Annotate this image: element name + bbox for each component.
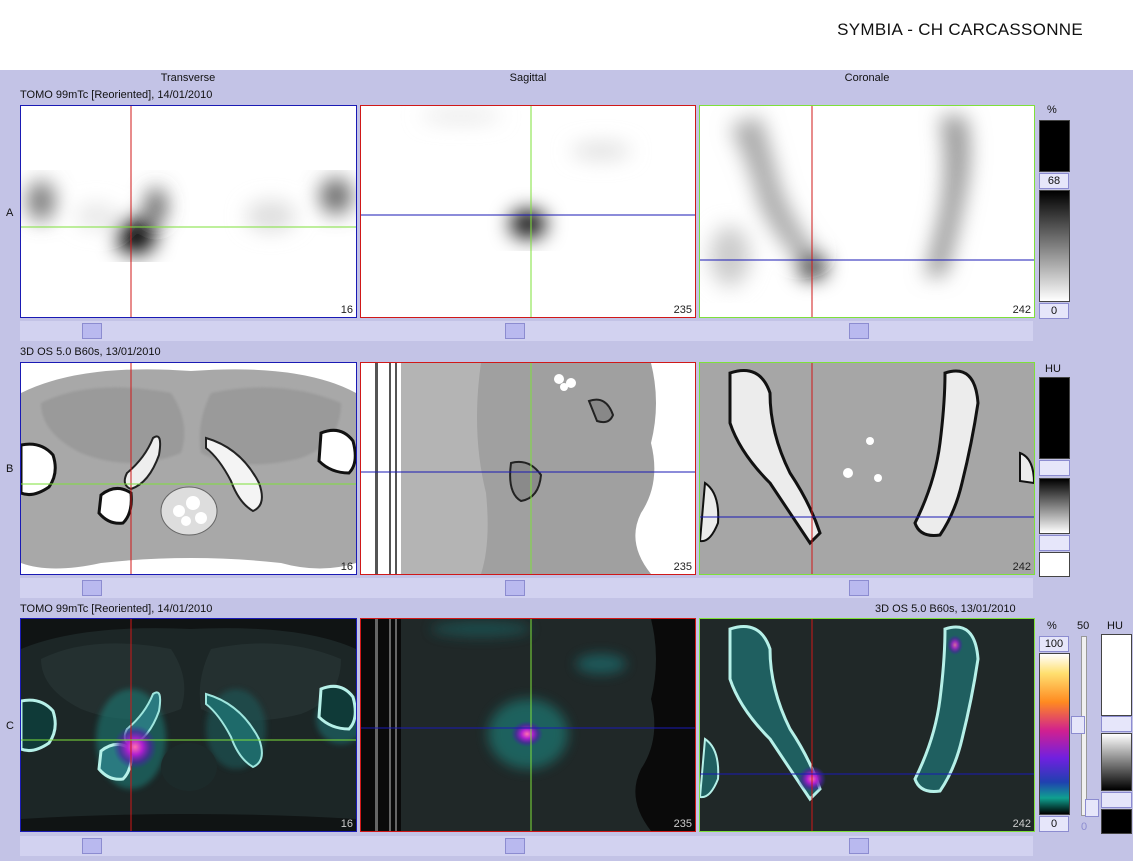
- slice-number-b-coronal: 242: [1012, 561, 1031, 573]
- slice-number-b-sagittal: 235: [673, 561, 692, 573]
- scroll-thumb-b-transverse[interactable]: [82, 580, 102, 596]
- scale-c-hu-unit: HU: [1107, 620, 1123, 632]
- scale-a-max-value[interactable]: 68: [1039, 173, 1069, 189]
- row-b-scrollbar[interactable]: [20, 578, 1033, 598]
- ct-sagittal-image: [361, 363, 695, 574]
- scroll-thumb-c-sagittal[interactable]: [505, 838, 525, 854]
- scale-a-unit: %: [1047, 104, 1057, 116]
- scale-c-blend-bottom: 0: [1081, 821, 1088, 833]
- row-c-series-label-left: TOMO 99mTc [Reoriented], 14/01/2010: [20, 603, 213, 615]
- scroll-thumb-a-transverse[interactable]: [82, 323, 102, 339]
- fusion-sagittal-image: [361, 619, 695, 831]
- viewport-c-transverse[interactable]: 16: [20, 618, 357, 832]
- scroll-thumb-b-sagittal[interactable]: [505, 580, 525, 596]
- slice-number-c-coronal: 242: [1012, 818, 1031, 830]
- blend-slider-knob[interactable]: [1071, 716, 1085, 734]
- row-c-series-label-right: 3D OS 5.0 B60s, 13/01/2010: [875, 603, 1016, 615]
- scale-c-ct-gradient-bar: [1101, 733, 1132, 791]
- ct-coronal-image: [700, 363, 1034, 574]
- scale-b-gradient-bar: [1039, 478, 1070, 534]
- viewport-a-transverse[interactable]: 16: [20, 105, 357, 318]
- scale-c-ct-bottom-block: [1101, 809, 1132, 834]
- scale-c-pet-colorbar: [1039, 653, 1070, 815]
- row-a-letter: A: [6, 207, 14, 219]
- scroll-thumb-a-coronal[interactable]: [849, 323, 869, 339]
- column-heading-transverse: Transverse: [160, 72, 216, 84]
- app-header: SYMBIA - CH CARCASSONNE: [0, 0, 1133, 70]
- spect-coronal-image: [700, 106, 1034, 317]
- scale-c-ct-upper-handle[interactable]: [1101, 716, 1132, 732]
- scale-c-ct-top-block: [1101, 634, 1132, 716]
- fusion-coronal-image: [700, 619, 1034, 831]
- scale-c-blend-top: 50: [1077, 620, 1090, 632]
- site-title: SYMBIA - CH CARCASSONNE: [837, 20, 1083, 39]
- viewport-a-sagittal[interactable]: 235: [360, 105, 696, 318]
- scale-b-top-block: [1039, 377, 1070, 459]
- viewport-b-transverse[interactable]: 16: [20, 362, 357, 575]
- scale-b-lower-handle[interactable]: [1039, 535, 1070, 551]
- viewport-c-coronal[interactable]: 242: [699, 618, 1035, 832]
- slice-number-b-transverse: 16: [340, 561, 353, 573]
- scale-b-bottom-block: [1039, 552, 1070, 577]
- scale-c-pct-max-value[interactable]: 100: [1039, 636, 1069, 652]
- slice-number-c-transverse: 16: [340, 818, 353, 830]
- row-c-letter: C: [6, 720, 14, 732]
- scroll-thumb-c-coronal[interactable]: [849, 838, 869, 854]
- slice-number-a-sagittal: 235: [673, 304, 692, 316]
- scale-c-pct-min-value[interactable]: 0: [1039, 816, 1069, 832]
- scale-c-ct-lower-handle[interactable]: [1101, 792, 1132, 808]
- row-c-scrollbar[interactable]: [20, 836, 1033, 856]
- viewport-b-coronal[interactable]: 242: [699, 362, 1035, 575]
- scroll-thumb-a-sagittal[interactable]: [505, 323, 525, 339]
- scale-c-percent-unit: %: [1047, 620, 1057, 632]
- row-a-series-label: TOMO 99mTc [Reoriented], 14/01/2010: [20, 89, 213, 101]
- scale-a-gradient-bar: [1039, 190, 1070, 302]
- slice-number-a-transverse: 16: [340, 304, 353, 316]
- spect-transverse-image: [21, 106, 356, 317]
- scale-b-unit: HU: [1045, 363, 1061, 375]
- slice-number-c-sagittal: 235: [673, 818, 692, 830]
- column-heading-sagittal: Sagittal: [509, 72, 547, 84]
- spect-sagittal-image: [361, 106, 695, 317]
- scroll-thumb-c-transverse[interactable]: [82, 838, 102, 854]
- viewport-b-sagittal[interactable]: 235: [360, 362, 696, 575]
- scale-a-top-block: [1039, 120, 1070, 172]
- scroll-thumb-b-coronal[interactable]: [849, 580, 869, 596]
- column-heading-coronal: Coronale: [844, 72, 890, 84]
- scale-a-min-value[interactable]: 0: [1039, 303, 1069, 319]
- ct-transverse-image: [21, 363, 356, 574]
- row-b-letter: B: [6, 463, 14, 475]
- blend-slider-knob-lower[interactable]: [1085, 799, 1099, 817]
- fusion-transverse-image: [21, 619, 356, 831]
- row-a-scrollbar[interactable]: [20, 321, 1033, 341]
- viewport-c-sagittal[interactable]: 235: [360, 618, 696, 832]
- row-b-series-label: 3D OS 5.0 B60s, 13/01/2010: [20, 346, 161, 358]
- slice-number-a-coronal: 242: [1012, 304, 1031, 316]
- viewport-a-coronal[interactable]: 242: [699, 105, 1035, 318]
- scale-b-upper-handle[interactable]: [1039, 460, 1070, 476]
